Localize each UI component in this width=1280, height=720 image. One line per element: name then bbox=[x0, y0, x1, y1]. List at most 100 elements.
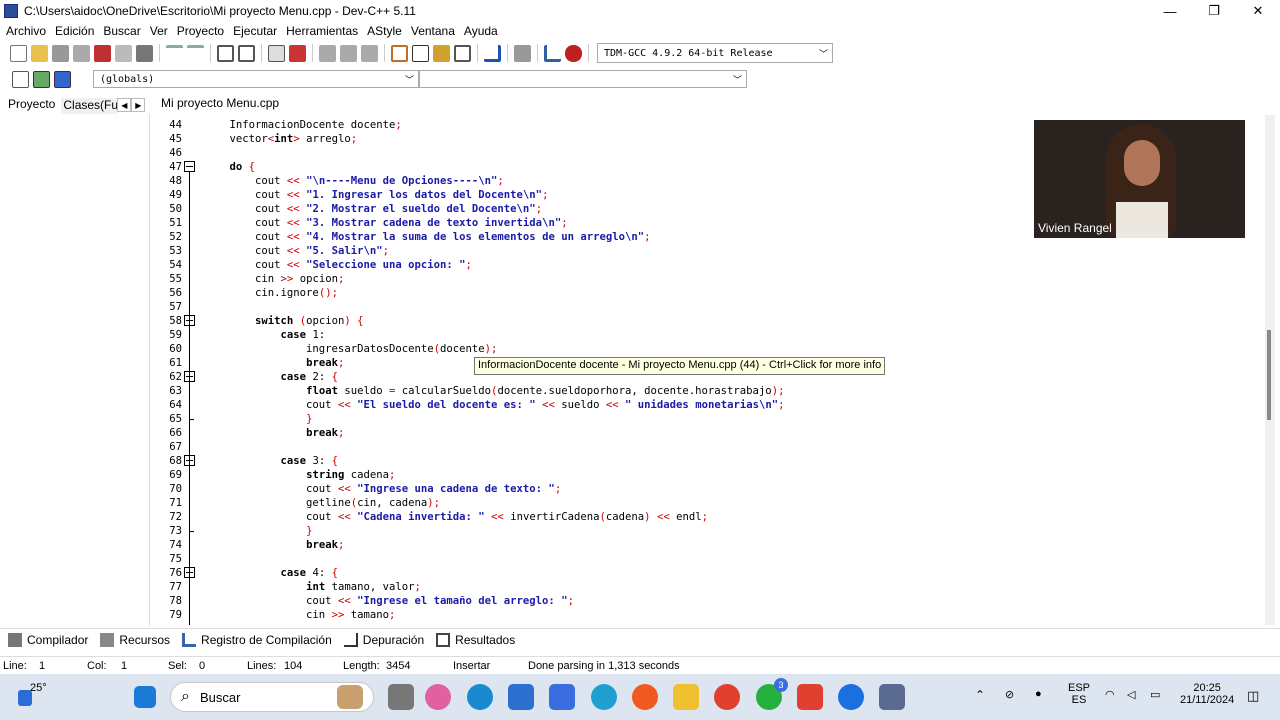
store-icon[interactable] bbox=[508, 684, 534, 710]
code-line[interactable]: 68 case 3: { bbox=[152, 454, 1252, 468]
scope-select[interactable]: (globals) ﹀ bbox=[93, 70, 419, 88]
menu-proyecto[interactable]: Proyecto bbox=[175, 24, 231, 38]
print-icon[interactable] bbox=[136, 44, 153, 62]
tab-scroll-right-icon[interactable]: ▶ bbox=[131, 98, 146, 112]
devcpp-taskbar-icon[interactable] bbox=[879, 684, 905, 710]
windows-start-icon[interactable] bbox=[134, 686, 156, 708]
taskbar-search[interactable]: ⌕ Buscar bbox=[170, 682, 374, 712]
tab-proyecto[interactable]: Proyecto bbox=[0, 97, 62, 114]
code-line[interactable]: 63 float sueldo = calcularSueldo(docente… bbox=[152, 384, 1252, 398]
undo-icon[interactable] bbox=[166, 44, 183, 62]
code-line[interactable]: 74 break; bbox=[152, 538, 1252, 552]
minimize-button[interactable]: — bbox=[1148, 0, 1192, 22]
language-indicator[interactable]: ESP ES bbox=[1068, 682, 1090, 706]
editor-scrollbar[interactable] bbox=[1265, 115, 1275, 625]
wifi-icon[interactable]: ◠ bbox=[1105, 688, 1115, 701]
edge-icon[interactable] bbox=[467, 684, 493, 710]
code-line[interactable]: 71 getline(cin, cadena); bbox=[152, 496, 1252, 510]
replace-icon[interactable] bbox=[238, 44, 255, 62]
code-line[interactable]: 55 cin >> opcion; bbox=[152, 272, 1252, 286]
code-line[interactable]: 75 bbox=[152, 552, 1252, 566]
whatsapp-icon[interactable]: 3 bbox=[756, 678, 788, 710]
notifications-icon[interactable]: ◫ bbox=[1247, 688, 1259, 704]
tab-scroll-left-icon[interactable]: ◀ bbox=[117, 98, 132, 112]
member-select[interactable]: ﹀ bbox=[419, 70, 747, 88]
indent-icon[interactable] bbox=[268, 44, 285, 62]
tab-compilador[interactable]: Compilador bbox=[8, 632, 88, 647]
close-file-icon[interactable] bbox=[94, 44, 111, 62]
run-icon[interactable] bbox=[412, 44, 429, 62]
tab-depuracion[interactable]: Depuración bbox=[343, 632, 424, 647]
code-line[interactable]: 58 switch (opcion) { bbox=[152, 314, 1252, 328]
compiler-select[interactable]: TDM-GCC 4.9.2 64-bit Release ﹀ bbox=[597, 43, 833, 63]
code-line[interactable]: 59 case 1: bbox=[152, 328, 1252, 342]
code-line[interactable]: 70 cout << "Ingrese una cadena de texto:… bbox=[152, 482, 1252, 496]
menu-archivo[interactable]: Archivo bbox=[4, 24, 53, 38]
goto-bookmark-icon[interactable] bbox=[54, 70, 71, 88]
menu-ver[interactable]: Ver bbox=[148, 24, 175, 38]
compile-icon[interactable] bbox=[391, 44, 408, 62]
wps-icon[interactable] bbox=[797, 684, 823, 710]
code-line[interactable]: 57 bbox=[152, 300, 1252, 314]
zoom-icon[interactable] bbox=[838, 684, 864, 710]
clock[interactable]: 20:25 21/11/2024 bbox=[1180, 682, 1234, 706]
tab-recursos[interactable]: Recursos bbox=[100, 632, 170, 647]
menu-ventana[interactable]: Ventana bbox=[409, 24, 462, 38]
code-line[interactable]: 79 cin >> tamano; bbox=[152, 608, 1252, 622]
chart-icon[interactable] bbox=[544, 44, 561, 62]
task-view-icon[interactable] bbox=[388, 684, 414, 710]
copilot-icon[interactable] bbox=[425, 684, 451, 710]
open-file-icon[interactable] bbox=[31, 44, 48, 62]
goto-icon[interactable] bbox=[289, 44, 306, 62]
chrome-icon[interactable] bbox=[714, 684, 740, 710]
save-all-icon[interactable] bbox=[73, 44, 90, 62]
menu-buscar[interactable]: Buscar bbox=[101, 24, 147, 38]
code-line[interactable]: 60 ingresarDatosDocente(docente); bbox=[152, 342, 1252, 356]
code-line[interactable]: 67 bbox=[152, 440, 1252, 454]
code-line[interactable]: 76 case 4: { bbox=[152, 566, 1252, 580]
microphone-icon[interactable]: ● bbox=[1035, 688, 1042, 700]
tab-clases[interactable]: Clases(Fun bbox=[61, 98, 118, 114]
nav-back-icon[interactable] bbox=[319, 44, 336, 62]
code-line[interactable]: 64 cout << "El sueldo del docente es: " … bbox=[152, 398, 1252, 412]
code-line[interactable]: 69 string cadena; bbox=[152, 468, 1252, 482]
stop-icon[interactable] bbox=[514, 44, 531, 62]
tab-registro[interactable]: Registro de Compilación bbox=[182, 632, 332, 647]
maximize-button[interactable]: ❐ bbox=[1192, 0, 1236, 22]
app-icon[interactable] bbox=[549, 684, 575, 710]
network-off-icon[interactable]: ⊘ bbox=[1005, 688, 1014, 701]
code-line[interactable]: 66 break; bbox=[152, 426, 1252, 440]
profile-icon[interactable] bbox=[565, 44, 582, 62]
new-file-icon[interactable] bbox=[10, 44, 27, 62]
rebuild-icon[interactable] bbox=[454, 44, 471, 62]
code-line[interactable]: 78 cout << "Ingrese el tamaño del arregl… bbox=[152, 594, 1252, 608]
save-icon[interactable] bbox=[52, 44, 69, 62]
redo-icon[interactable] bbox=[187, 44, 204, 62]
code-line[interactable]: 73 } bbox=[152, 524, 1252, 538]
code-line[interactable]: 56 cin.ignore(); bbox=[152, 286, 1252, 300]
code-line[interactable]: 65 } bbox=[152, 412, 1252, 426]
bookmark-icon[interactable] bbox=[361, 44, 378, 62]
menu-edicion[interactable]: Edición bbox=[53, 24, 101, 38]
project-panel[interactable] bbox=[0, 114, 150, 626]
nav-forward-icon[interactable] bbox=[340, 44, 357, 62]
tab-resultados[interactable]: Resultados bbox=[436, 632, 515, 647]
close-all-icon[interactable] bbox=[115, 44, 132, 62]
file-explorer-icon[interactable] bbox=[673, 684, 699, 710]
menu-ayuda[interactable]: Ayuda bbox=[462, 24, 505, 38]
weather-widget[interactable]: 25° bbox=[18, 680, 54, 714]
menu-ejecutar[interactable]: Ejecutar bbox=[231, 24, 284, 38]
firefox-icon[interactable] bbox=[632, 684, 658, 710]
compile-run-icon[interactable] bbox=[433, 44, 450, 62]
code-line[interactable]: 53 cout << "5. Salir\n"; bbox=[152, 244, 1252, 258]
code-line[interactable]: 77 int tamano, valor; bbox=[152, 580, 1252, 594]
battery-icon[interactable]: ▭ bbox=[1150, 688, 1160, 701]
insert-icon[interactable] bbox=[12, 70, 29, 88]
check-syntax-icon[interactable] bbox=[484, 44, 501, 62]
scrollbar-thumb[interactable] bbox=[1267, 330, 1271, 420]
code-line[interactable]: 54 cout << "Seleccione una opcion: "; bbox=[152, 258, 1252, 272]
close-button[interactable]: ✕ bbox=[1236, 0, 1280, 22]
help-icon[interactable] bbox=[591, 684, 617, 710]
tray-chevron-up-icon[interactable]: ⌃ bbox=[975, 688, 985, 702]
menu-herramientas[interactable]: Herramientas bbox=[284, 24, 365, 38]
